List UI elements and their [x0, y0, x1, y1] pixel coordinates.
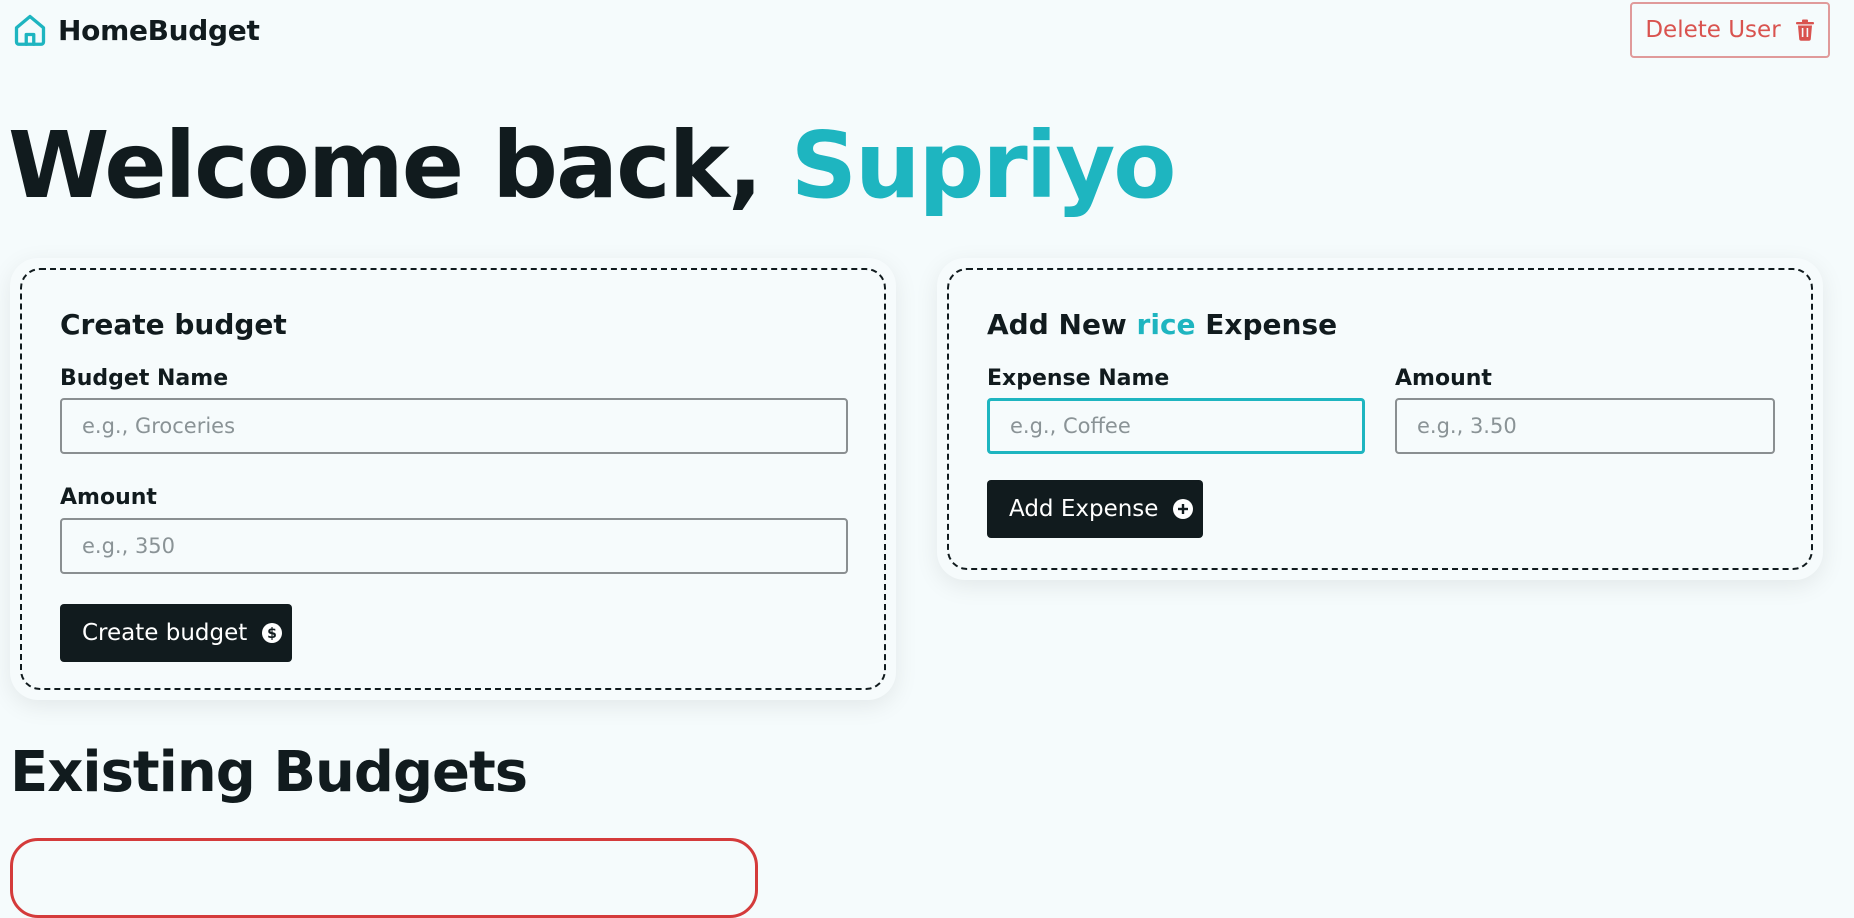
add-expense-card: Add New rice Expense Expense Name Amount…	[937, 258, 1823, 580]
expense-amount-label: Amount	[1395, 366, 1492, 391]
budget-amount-input[interactable]	[60, 518, 848, 574]
add-expense-button[interactable]: Add Expense	[987, 480, 1203, 538]
add-expense-title-prefix: Add New	[987, 308, 1137, 341]
add-expense-title: Add New rice Expense	[987, 308, 1337, 341]
create-budget-button-label: Create budget	[82, 620, 248, 646]
svg-text:$: $	[267, 626, 277, 642]
expense-name-label: Expense Name	[987, 366, 1170, 391]
budget-amount-label: Amount	[60, 485, 157, 510]
currency-dollar-circle-icon: $	[261, 622, 283, 644]
welcome-heading: Welcome back, Supriyo	[8, 120, 1176, 212]
create-budget-card: Create budget Budget Name Amount Create …	[10, 258, 896, 700]
create-budget-button[interactable]: Create budget $	[60, 604, 292, 662]
create-budget-form: Create budget Budget Name Amount Create …	[20, 268, 886, 690]
add-expense-form: Add New rice Expense Expense Name Amount…	[947, 268, 1813, 570]
delete-user-label: Delete User	[1645, 17, 1781, 43]
trash-icon	[1795, 19, 1815, 41]
home-icon	[12, 12, 48, 48]
existing-budgets-heading: Existing Budgets	[10, 740, 528, 805]
add-expense-button-label: Add Expense	[1009, 496, 1159, 522]
budget-card	[10, 838, 758, 918]
home-link[interactable]: HomeBudget	[12, 12, 260, 48]
expense-amount-input[interactable]	[1395, 398, 1775, 454]
expense-budget-name: rice	[1136, 308, 1196, 341]
expense-name-input[interactable]	[987, 398, 1365, 454]
budget-name-input[interactable]	[60, 398, 848, 454]
plus-circle-icon	[1172, 498, 1194, 520]
create-budget-title: Create budget	[60, 308, 287, 341]
brand-name: HomeBudget	[58, 13, 260, 47]
add-expense-title-suffix: Expense	[1195, 308, 1338, 341]
user-name: Supriyo	[790, 112, 1177, 219]
delete-user-button[interactable]: Delete User	[1630, 2, 1830, 58]
budget-name-label: Budget Name	[60, 366, 229, 391]
welcome-prefix: Welcome back,	[8, 112, 791, 219]
navbar: HomeBudget Delete User	[0, 0, 1854, 64]
